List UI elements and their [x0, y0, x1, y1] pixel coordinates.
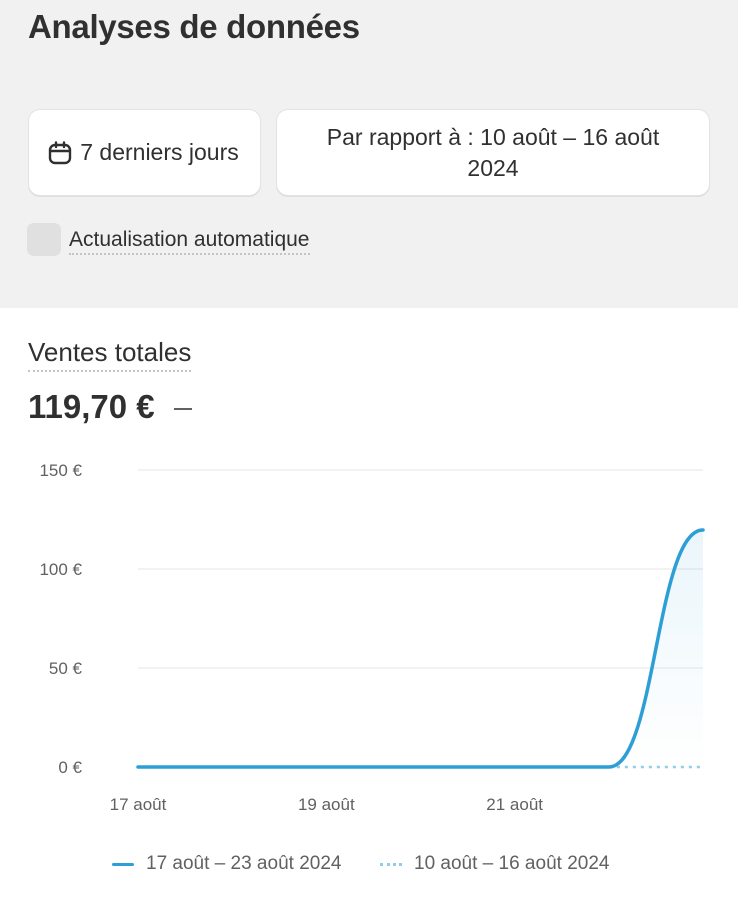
y-tick-label: 0 € — [58, 758, 82, 777]
chart-legend: 17 août – 23 août 2024 10 août – 16 août… — [0, 853, 738, 883]
comparison-button[interactable]: Par rapport à : 10 août – 16 août 2024 — [276, 109, 710, 196]
legend-solid-line-icon — [112, 862, 134, 866]
current-series-area — [138, 529, 703, 767]
legend-dotted-line-icon — [380, 862, 402, 866]
comparison-label: Par rapport à : 10 août – 16 août 2024 — [326, 123, 660, 181]
x-tick-label: 19 août — [298, 795, 355, 814]
legend-current-label: 17 août – 23 août 2024 — [146, 853, 342, 874]
y-tick-label: 50 € — [49, 659, 83, 678]
auto-refresh-checkbox[interactable] — [27, 223, 61, 256]
total-sales-title[interactable]: Ventes totales — [28, 337, 192, 372]
y-tick-label: 150 € — [39, 461, 82, 480]
sales-chart: 0 € 50 € 100 € 150 € 17 août 19 août 21 août — [39, 461, 705, 814]
date-range-button[interactable]: 7 derniers jours — [28, 109, 261, 196]
date-range-label: 7 derniers jours — [80, 139, 239, 165]
auto-refresh-label[interactable]: Actualisation automatique — [69, 228, 310, 255]
legend-previous-label: 10 août – 16 août 2024 — [414, 853, 610, 874]
calendar-icon — [48, 141, 72, 165]
total-sales-value: 119,70 € — [28, 388, 155, 425]
x-tick-label: 21 août — [486, 795, 543, 814]
page-title: Analyses de données — [28, 8, 360, 45]
change-indicator — [174, 408, 192, 410]
legend-item-previous[interactable]: 10 août – 16 août 2024 — [380, 853, 609, 875]
current-series-line — [136, 528, 705, 769]
legend-item-current[interactable]: 17 août – 23 août 2024 — [112, 853, 341, 875]
filters-panel: Analyses de données 7 derniers jours Par… — [0, 0, 738, 308]
y-tick-label: 100 € — [39, 560, 82, 579]
x-tick-label: 17 août — [110, 795, 167, 814]
